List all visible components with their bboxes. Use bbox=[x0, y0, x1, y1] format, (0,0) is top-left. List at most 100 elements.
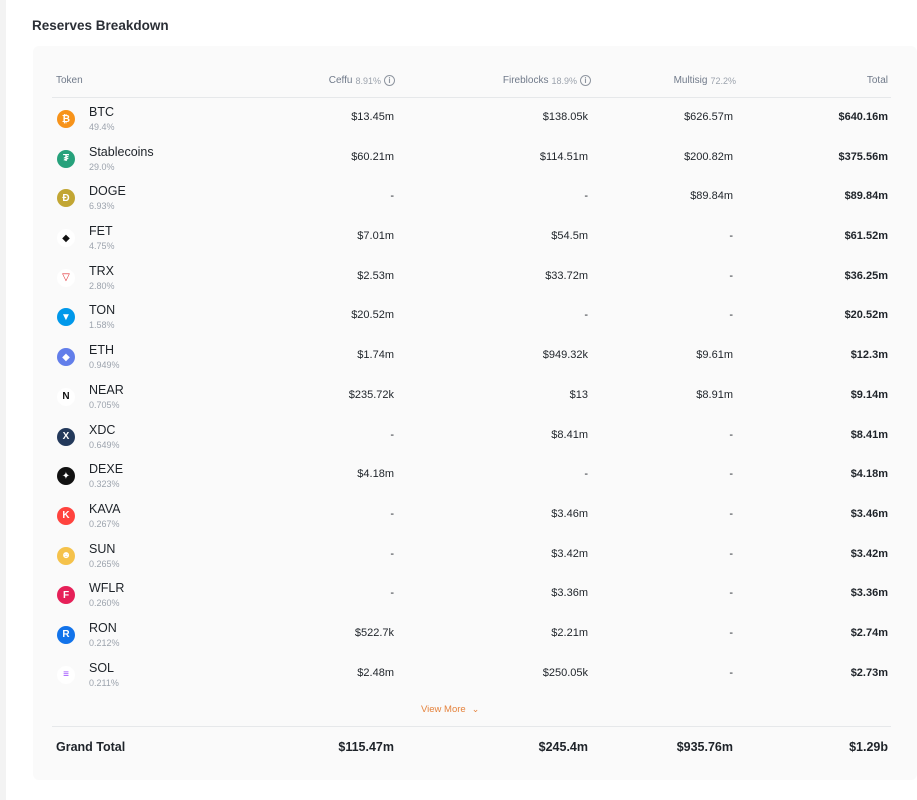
table-row: R RON 0.212% $522.7k $2.21m - $2.74m bbox=[52, 614, 891, 654]
grand-total-total: $1.29b bbox=[849, 740, 888, 754]
fet-icon: ◆ bbox=[57, 229, 75, 248]
sun-icon: ☻ bbox=[57, 546, 75, 565]
header-total-label: Total bbox=[866, 75, 888, 86]
token-share: 0.705% bbox=[89, 399, 120, 410]
view-more-button[interactable]: View More ⌄ bbox=[421, 704, 479, 715]
usdt-icon: ₮ bbox=[57, 149, 75, 168]
multisig-value: $89.84m bbox=[690, 190, 733, 203]
token-name: WFLR bbox=[89, 581, 125, 596]
xdc-icon: X bbox=[57, 427, 75, 446]
header-fireblocks-pct: 18.9% bbox=[551, 75, 577, 86]
token-share: 0.260% bbox=[89, 598, 120, 609]
table-row: ≡ SOL 0.211% $2.48m $250.05k - $2.73m bbox=[52, 654, 891, 694]
token-name: DOGE bbox=[89, 184, 126, 199]
multisig-value: $200.82m bbox=[684, 150, 733, 163]
table-row: Ð DOGE 6.93% - - $89.84m $89.84m bbox=[52, 177, 891, 217]
token-share: 0.949% bbox=[89, 360, 120, 371]
token-share: 1.58% bbox=[89, 320, 115, 331]
token-name: XDC bbox=[89, 422, 116, 437]
ceffu-value: $7.01m bbox=[357, 230, 394, 243]
multisig-value: - bbox=[729, 230, 733, 243]
header-ceffu: Ceffu 8.91% i bbox=[329, 75, 395, 86]
total-value: $61.52m bbox=[844, 230, 888, 243]
header-token: Token bbox=[56, 75, 83, 86]
fireblocks-value: - bbox=[584, 309, 588, 322]
ceffu-value: - bbox=[390, 507, 394, 520]
ron-icon: R bbox=[57, 625, 75, 644]
info-icon[interactable]: i bbox=[580, 75, 591, 86]
total-value: $3.42m bbox=[850, 547, 888, 560]
table-row: ☻ SUN 0.265% - $3.42m - $3.42m bbox=[52, 535, 891, 575]
token-name: SUN bbox=[89, 541, 116, 556]
token-share: 0.323% bbox=[89, 479, 120, 490]
multisig-value: - bbox=[729, 587, 733, 600]
fireblocks-value: $2.21m bbox=[551, 626, 588, 639]
header-total: Total bbox=[867, 75, 888, 86]
token-share: 29.0% bbox=[89, 161, 115, 172]
sol-icon: ≡ bbox=[57, 665, 75, 684]
ceffu-value: $60.21m bbox=[351, 150, 394, 163]
section-title: Reserves Breakdown bbox=[32, 18, 169, 33]
table-row: ✦ DEXE 0.323% $4.18m - - $4.18m bbox=[52, 455, 891, 495]
token-name: NEAR bbox=[89, 382, 124, 397]
header-ceffu-label: Ceffu bbox=[328, 75, 353, 86]
fireblocks-value: $3.36m bbox=[551, 587, 588, 600]
table-row: ₮ Stablecoins 29.0% $60.21m $114.51m $200.82m… bbox=[52, 138, 891, 178]
ceffu-value: $522.7k bbox=[354, 626, 394, 639]
token-name: Stablecoins bbox=[89, 144, 154, 159]
fireblocks-value: $3.46m bbox=[551, 507, 588, 520]
fireblocks-value: $949.32k bbox=[542, 349, 588, 362]
total-value: $20.52m bbox=[844, 309, 888, 322]
token-share: 49.4% bbox=[89, 122, 115, 132]
header-ceffu-pct: 8.91% bbox=[355, 75, 381, 86]
fireblocks-value: - bbox=[584, 190, 588, 203]
table-header: Token Ceffu 8.91% i Fireblocks 18.9% i M… bbox=[52, 68, 891, 98]
eth-icon: ◆ bbox=[57, 348, 75, 367]
multisig-value: - bbox=[729, 666, 733, 679]
ceffu-value: - bbox=[390, 587, 394, 600]
token-share: 0.649% bbox=[89, 439, 120, 450]
ceffu-value: $1.74m bbox=[357, 349, 394, 362]
multisig-value: $8.91m bbox=[696, 388, 733, 401]
multisig-value: - bbox=[729, 547, 733, 560]
token-name: BTC bbox=[89, 105, 114, 119]
token-share: 4.75% bbox=[89, 241, 115, 252]
view-more-label: View More bbox=[421, 704, 466, 715]
ceffu-value: $2.53m bbox=[357, 269, 394, 282]
table-row: ₿ BTC 49.4% $13.45m $138.05k $626.57m $640.16m bbox=[52, 98, 891, 138]
header-multisig-label: Multisig bbox=[673, 75, 708, 86]
token-name: DEXE bbox=[89, 462, 124, 477]
multisig-value: $9.61m bbox=[696, 349, 733, 362]
grand-total-fireblocks: $245.4m bbox=[538, 740, 588, 754]
total-value: $89.84m bbox=[844, 190, 888, 203]
token-share: 0.212% bbox=[89, 637, 120, 648]
total-value: $3.36m bbox=[850, 587, 888, 600]
total-value: $375.56m bbox=[838, 150, 888, 163]
grand-total-multisig: $935.76m bbox=[676, 740, 733, 754]
left-panel-edge bbox=[0, 0, 6, 800]
trx-icon: ▽ bbox=[57, 268, 75, 287]
doge-icon: Ð bbox=[57, 189, 75, 208]
total-value: $12.3m bbox=[850, 349, 888, 362]
table-row: F WFLR 0.260% - $3.36m - $3.36m bbox=[52, 574, 891, 614]
header-multisig: Multisig 72.2% bbox=[674, 75, 736, 86]
table-row: ◆ FET 4.75% $7.01m $54.5m - $61.52m bbox=[52, 217, 891, 257]
multisig-value: - bbox=[729, 309, 733, 322]
grand-total-row: Grand Total $115.47m $245.4m $935.76m $1… bbox=[52, 726, 891, 766]
fireblocks-value: $114.51m bbox=[539, 150, 588, 163]
fireblocks-value: $138.05k bbox=[542, 111, 588, 123]
ceffu-value: - bbox=[390, 547, 394, 560]
btc-icon: ₿ bbox=[57, 110, 75, 128]
multisig-value: - bbox=[729, 428, 733, 441]
info-icon[interactable]: i bbox=[384, 75, 395, 86]
fireblocks-value: $250.05k bbox=[542, 666, 588, 679]
fireblocks-value: $33.72m bbox=[545, 269, 588, 282]
table-row: K KAVA 0.267% - $3.46m - $3.46m bbox=[52, 495, 891, 535]
header-fireblocks: Fireblocks 18.9% i bbox=[503, 75, 591, 86]
ceffu-value: $4.18m bbox=[357, 468, 394, 481]
token-share: 0.265% bbox=[89, 558, 120, 569]
wflr-icon: F bbox=[57, 586, 75, 605]
ceffu-value: - bbox=[390, 190, 394, 203]
fireblocks-value: - bbox=[584, 468, 588, 481]
fireblocks-value: $13 bbox=[569, 388, 588, 401]
